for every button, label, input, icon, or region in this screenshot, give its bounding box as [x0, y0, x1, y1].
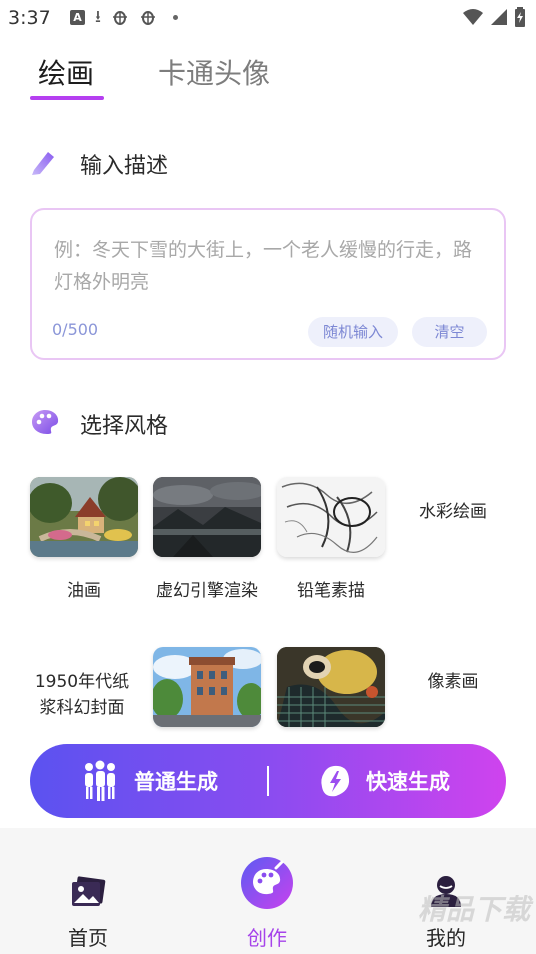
system-icons	[462, 7, 526, 27]
wifi-icon	[463, 9, 483, 25]
style-thumb-oil-painting[interactable]	[30, 477, 138, 557]
nav-home[interactable]: 首页	[28, 828, 148, 954]
bug-icon	[140, 11, 155, 25]
more-notifications-dot	[172, 14, 178, 20]
watermark: 精品下载	[417, 893, 530, 926]
anime-city-image	[153, 647, 261, 727]
download-icon: ⭳	[95, 7, 101, 27]
bug-icon	[112, 11, 127, 25]
clear-button[interactable]: 清空	[412, 317, 487, 347]
klimt-art-image	[277, 647, 385, 727]
palette-icon	[32, 410, 59, 434]
style-thumb-unreal-engine[interactable]	[153, 477, 261, 557]
style-section-title: 选择风格	[80, 414, 169, 439]
tab-painting[interactable]: 绘画	[38, 52, 94, 92]
generate-bar: 普通生成 快速生成	[30, 744, 506, 818]
app-notification-icon: A	[70, 9, 85, 25]
character-count: 0/500	[52, 320, 99, 339]
generate-divider	[267, 766, 269, 796]
people-icon	[85, 760, 115, 801]
style-thumb-anime-city[interactable]	[153, 647, 261, 727]
style-label-oil-painting: 油画	[67, 581, 101, 601]
pencil-sketch-image	[277, 477, 385, 557]
notification-icons: A ⭳	[70, 8, 178, 26]
signal-icon	[491, 9, 507, 25]
status-time: 3:37	[8, 7, 51, 29]
fast-generate-button[interactable]: 快速生成	[318, 744, 450, 818]
style-thumb-klimt-art[interactable]	[277, 647, 385, 727]
style-label-pulp-scifi[interactable]: 1950年代纸浆科幻封面	[28, 669, 136, 721]
style-label-watercolor[interactable]: 水彩绘画	[399, 499, 507, 525]
unreal-engine-image	[153, 477, 261, 557]
normal-generate-label: 普通生成	[134, 770, 218, 794]
normal-generate-button[interactable]: 普通生成	[80, 744, 218, 818]
pencil-icon	[32, 152, 54, 175]
description-placeholder[interactable]: 例：冬天下雪的大街上，一个老人缓慢的行走，路灯格外明亮	[54, 234, 474, 298]
nav-create-label: 创作	[247, 926, 287, 950]
style-thumb-pencil-sketch[interactable]	[277, 477, 385, 557]
tab-cartoon-avatar[interactable]: 卡通头像	[158, 52, 270, 92]
style-label-unreal-engine: 虚幻引擎渲染	[156, 581, 258, 601]
input-section-title: 输入描述	[80, 154, 169, 179]
style-label-pencil-sketch: 铅笔素描	[297, 581, 365, 601]
oil-painting-image	[30, 477, 138, 557]
gallery-icon	[72, 876, 106, 906]
active-tab-indicator	[30, 96, 104, 100]
style-label-pixel-art[interactable]: 像素画	[399, 669, 507, 695]
nav-create[interactable]: 创作	[207, 828, 327, 954]
nav-home-label: 首页	[68, 926, 108, 950]
status-bar: 3:37 A ⭳	[0, 0, 536, 36]
random-input-button[interactable]: 随机输入	[308, 317, 398, 347]
create-palette-icon	[241, 857, 293, 909]
description-input[interactable]: 例：冬天下雪的大街上，一个老人缓慢的行走，路灯格外明亮 0/500 随机输入 清…	[30, 208, 506, 360]
battery-icon	[515, 7, 525, 27]
fast-generate-label: 快速生成	[366, 770, 450, 794]
lightning-icon	[321, 765, 350, 797]
